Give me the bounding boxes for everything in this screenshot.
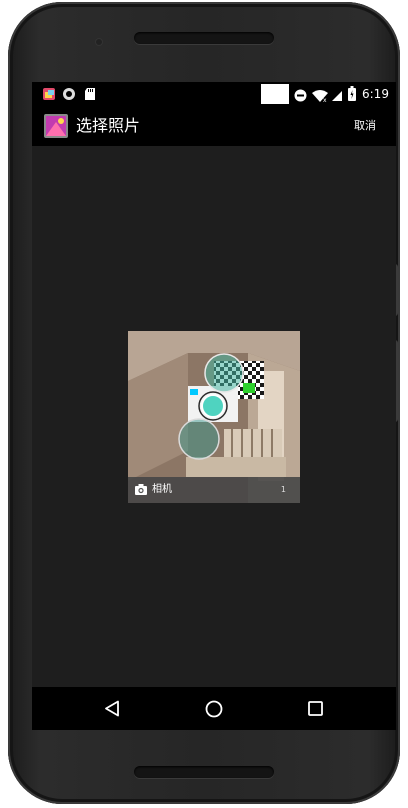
back-icon[interactable]	[104, 700, 120, 721]
screen: x 6:19 选择照片 取消 相机 1	[32, 82, 396, 730]
svg-text:x: x	[323, 97, 327, 102]
sd-card-icon	[84, 86, 96, 105]
top-speaker	[134, 32, 274, 44]
status-bar: x 6:19	[32, 82, 396, 106]
bottom-speaker	[134, 766, 274, 778]
status-time: 6:19	[362, 87, 389, 101]
front-camera	[96, 39, 102, 45]
battery-icon	[348, 86, 356, 105]
navigation-bar	[32, 687, 396, 730]
album-grid: 相机 1	[32, 146, 396, 687]
page-title: 选择照片	[76, 116, 141, 135]
sync-circle-icon	[62, 86, 76, 105]
phone-frame: x 6:19 选择照片 取消 相机 1	[8, 2, 400, 804]
gallery-app-icon	[44, 114, 68, 138]
cancel-button[interactable]: 取消	[354, 118, 376, 134]
album-count: 1	[280, 485, 286, 494]
do-not-disturb-icon	[294, 87, 307, 106]
notification-placeholder	[261, 84, 289, 104]
recents-icon[interactable]	[308, 701, 323, 720]
album-info-bar: 相机 1	[128, 477, 300, 503]
photo-app-notification-icon	[42, 86, 56, 105]
home-icon[interactable]	[205, 700, 223, 722]
camera-icon	[135, 484, 147, 498]
wifi-icon: x	[311, 87, 329, 106]
app-bar: 选择照片 取消	[32, 106, 396, 146]
cell-signal-icon	[331, 87, 343, 106]
album-tile[interactable]: 相机 1	[128, 331, 300, 503]
album-name: 相机	[152, 484, 172, 495]
